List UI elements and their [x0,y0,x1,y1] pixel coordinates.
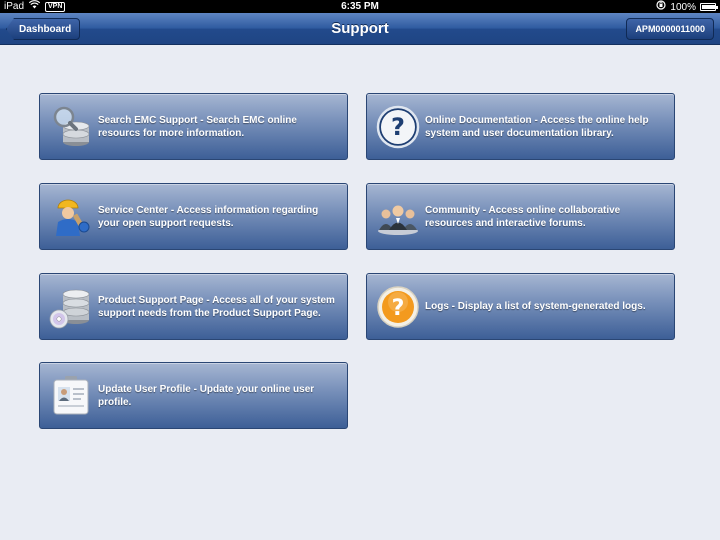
update-user-profile-tile[interactable]: Update User Profile - Update your online… [39,362,348,429]
status-time: 6:35 PM [341,1,379,12]
product-support-page-tile[interactable]: Product Support Page - Access all of you… [39,273,348,340]
account-button[interactable]: APM0000011000 [626,18,714,40]
rotation-lock-icon [656,0,667,14]
svg-text:?: ? [391,113,405,141]
tile-label: Update User Profile - Update your online… [98,383,315,408]
status-bar: iPad VPN 6:35 PM 100% [0,0,720,13]
database-disc-icon [48,284,94,330]
online-documentation-tile[interactable]: ? Online Documentation - Access the onli… [366,93,675,160]
service-center-tile[interactable]: Service Center - Access information rega… [39,183,348,250]
battery-fill [702,5,716,9]
tile-label: Product Support Page - Access all of you… [98,294,335,319]
logs-question-icon: ? [375,284,421,330]
navigation-bar: Dashboard Support APM0000011000 [0,13,720,45]
tile-label: Search EMC Support - Search EMC online r… [98,114,297,139]
tile-label: Service Center - Access information rega… [98,204,319,229]
search-database-icon [48,104,94,150]
question-mark-icon: ? [375,104,421,150]
id-badge-icon [48,373,94,419]
tile-label: Online Documentation - Access the online… [425,114,649,139]
page-title: Support [331,20,389,37]
service-worker-icon [48,194,94,240]
community-people-icon [375,194,421,240]
community-tile[interactable]: Community - Access online collaborative … [366,183,675,250]
search-emc-support-tile[interactable]: Search EMC Support - Search EMC online r… [39,93,348,160]
battery-percent: 100% [670,1,696,13]
svg-text:?: ? [392,296,405,321]
tile-label: Community - Access online collaborative … [425,204,621,229]
logs-tile[interactable]: ? Logs - Display a list of system-genera… [366,273,675,340]
battery-icon [700,3,718,11]
tile-label: Logs - Display a list of system-generate… [425,301,646,312]
